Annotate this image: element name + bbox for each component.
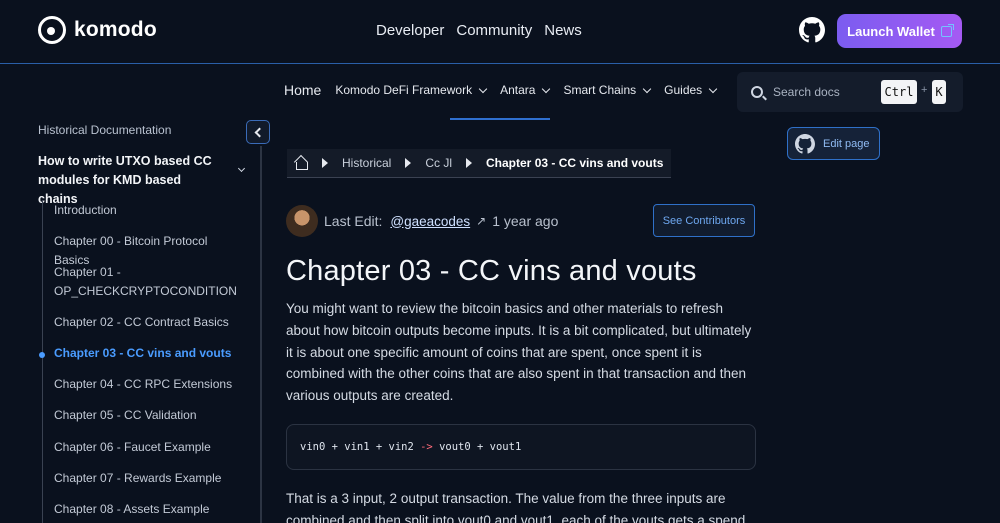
code-arrow-operator: -> bbox=[420, 441, 433, 453]
home-icon[interactable] bbox=[294, 157, 308, 170]
sidebar-item-chapter-02[interactable]: Chapter 02 - CC Contract Basics bbox=[54, 313, 244, 332]
sidebar-item-chapter-07[interactable]: Chapter 07 - Rewards Example bbox=[54, 469, 244, 488]
github-icon bbox=[795, 133, 815, 154]
external-arrow-icon: ↗ bbox=[476, 214, 487, 228]
nav-community[interactable]: Community bbox=[456, 22, 532, 39]
sidebar-item-chapter-06[interactable]: Chapter 06 - Faucet Example bbox=[54, 438, 244, 457]
sidebar-item-chapter-03[interactable]: Chapter 03 - CC vins and vouts bbox=[54, 344, 244, 363]
sidebar-item-chapter-08[interactable]: Chapter 08 - Assets Example bbox=[54, 500, 244, 519]
subnav-guides[interactable]: Guides bbox=[664, 83, 718, 97]
last-edit-meta: Last Edit: @gaeacodes ↗ 1 year ago bbox=[286, 204, 558, 238]
subnav-smart-chains[interactable]: Smart Chains bbox=[563, 83, 652, 97]
subnav-home-label: Home bbox=[284, 82, 322, 98]
breadcrumb-separator-icon bbox=[405, 158, 412, 168]
active-indicator-dot bbox=[39, 352, 45, 358]
launch-wallet-button[interactable]: Launch Wallet bbox=[837, 14, 962, 48]
external-link-icon bbox=[940, 23, 954, 37]
article-paragraph-2: That is a 3 input, 2 output transaction.… bbox=[286, 491, 746, 523]
docs-sidebar: Historical Documentation How to write UT… bbox=[0, 118, 270, 523]
breadcrumb-separator-icon bbox=[466, 158, 473, 168]
search-icon bbox=[751, 86, 763, 98]
code-outputs: vout0 + vout1 bbox=[432, 441, 522, 453]
subnav-label: Smart Chains bbox=[563, 83, 637, 97]
subnav-komodo-defi-framework[interactable]: Komodo DeFi Framework bbox=[335, 83, 488, 97]
sidebar-item-introduction[interactable]: Introduction bbox=[54, 201, 244, 220]
nav-news[interactable]: News bbox=[544, 22, 582, 39]
page-title: Chapter 03 - CC vins and vouts bbox=[286, 255, 697, 287]
code-inputs: vin0 + vin1 + vin2 bbox=[300, 441, 421, 453]
breadcrumb: Historical Cc Jl Chapter 03 - CC vins an… bbox=[287, 149, 672, 178]
nav-developer[interactable]: Developer bbox=[376, 22, 444, 39]
search-input[interactable]: Search docs Ctrl + K bbox=[737, 72, 963, 112]
sidebar-item-chapter-04[interactable]: Chapter 04 - CC RPC Extensions bbox=[54, 375, 244, 394]
shortcut-ctrl-key: Ctrl bbox=[881, 80, 917, 104]
docs-nav: Home Komodo DeFi Framework Antara Smart … bbox=[284, 82, 718, 98]
active-subnav-underline bbox=[450, 118, 550, 120]
edit-page-button[interactable]: Edit page bbox=[787, 127, 880, 160]
primary-nav: Developer Community News bbox=[376, 22, 582, 39]
sidebar-tree-line bbox=[42, 200, 43, 523]
code-block: vin0 + vin1 + vin2 -> vout0 + vout1 bbox=[286, 424, 756, 470]
chevron-down-icon bbox=[542, 84, 551, 93]
subnav-home[interactable]: Home bbox=[284, 82, 321, 98]
breadcrumb-separator-icon bbox=[322, 158, 328, 168]
article-paragraph-1: You might want to review the bitcoin bas… bbox=[286, 301, 752, 404]
see-contributors-button[interactable]: See Contributors bbox=[653, 204, 755, 237]
avatar bbox=[286, 205, 318, 237]
chevron-down-icon bbox=[642, 84, 652, 93]
launch-wallet-label: Launch Wallet bbox=[847, 23, 935, 39]
chevron-down-icon[interactable] bbox=[237, 164, 246, 173]
subnav-label: Komodo DeFi Framework bbox=[335, 83, 473, 97]
breadcrumb-current: Chapter 03 - CC vins and vouts bbox=[486, 156, 664, 170]
komodo-logo-mark-icon bbox=[38, 16, 66, 44]
breadcrumb-historical[interactable]: Historical bbox=[342, 156, 391, 170]
subnav-label: Antara bbox=[500, 83, 536, 97]
subnav-label: Guides bbox=[664, 83, 703, 97]
breadcrumb-cc-jl[interactable]: Cc Jl bbox=[425, 156, 452, 170]
github-icon[interactable] bbox=[799, 17, 825, 43]
edit-page-label: Edit page bbox=[823, 137, 870, 150]
subnav-antara[interactable]: Antara bbox=[500, 83, 551, 97]
collapse-sidebar-button[interactable] bbox=[246, 120, 270, 144]
shortcut-plus: + bbox=[921, 84, 928, 96]
search-placeholder: Search docs bbox=[773, 85, 840, 99]
top-navbar: komodo Developer Community News Launch W… bbox=[0, 0, 1000, 64]
chevron-left-icon bbox=[254, 127, 265, 137]
last-edit-time: 1 year ago bbox=[492, 213, 559, 229]
chevron-down-icon bbox=[478, 84, 488, 93]
sidebar-title: Historical Documentation bbox=[38, 123, 172, 137]
sidebar-item-chapter-01[interactable]: Chapter 01 - OP_CHECKCRYPTOCONDITION bbox=[54, 263, 237, 301]
komodo-logo[interactable]: komodo bbox=[38, 16, 157, 44]
editor-username-link[interactable]: @gaeacodes bbox=[390, 214, 470, 229]
chevron-down-icon bbox=[708, 84, 718, 93]
shortcut-k-key: K bbox=[932, 80, 946, 104]
logo-text: komodo bbox=[74, 18, 157, 41]
sidebar-divider bbox=[260, 146, 262, 523]
last-edit-label: Last Edit: bbox=[324, 213, 383, 229]
sidebar-item-chapter-05[interactable]: Chapter 05 - CC Validation bbox=[54, 406, 244, 425]
